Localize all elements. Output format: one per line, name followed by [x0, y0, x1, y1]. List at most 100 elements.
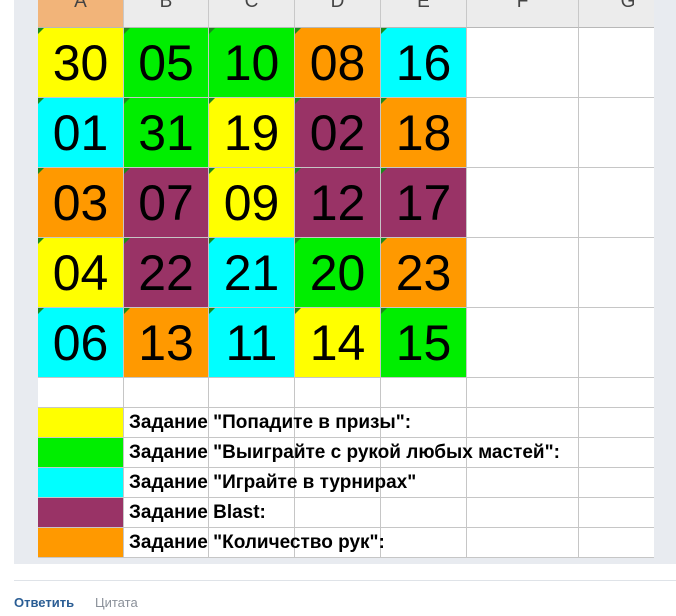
empty-cell[interactable]: [209, 378, 295, 408]
comment-marker-icon: [381, 238, 387, 244]
empty-cell[interactable]: [295, 378, 381, 408]
comment-marker-icon: [295, 238, 301, 244]
legend-label: Задание "Играйте в турнирах": [129, 472, 417, 493]
day-number: 17: [395, 175, 452, 231]
day-number: 03: [52, 175, 109, 231]
empty-cell[interactable]: [381, 378, 467, 408]
legend-swatch[interactable]: [38, 438, 124, 468]
day-number: 05: [138, 35, 194, 91]
empty-cell[interactable]: [579, 238, 654, 308]
comment-marker-icon: [295, 28, 301, 34]
day-number: 06: [52, 315, 109, 371]
day-cell[interactable]: 03: [38, 168, 124, 238]
column-header-f[interactable]: F: [467, 0, 579, 28]
day-cell[interactable]: 31: [124, 98, 209, 168]
column-header-b[interactable]: B: [124, 0, 209, 28]
empty-cell[interactable]: [381, 498, 467, 528]
empty-cell[interactable]: [467, 308, 579, 378]
empty-cell[interactable]: [38, 378, 124, 408]
empty-cell[interactable]: [467, 498, 579, 528]
day-number: 02: [309, 105, 366, 161]
day-number: 08: [309, 35, 366, 91]
legend-swatch[interactable]: [38, 498, 124, 528]
empty-cell[interactable]: [579, 498, 654, 528]
empty-cell[interactable]: [579, 408, 654, 438]
day-number: 20: [309, 245, 366, 301]
empty-cell[interactable]: [579, 378, 654, 408]
day-cell[interactable]: 15: [381, 308, 467, 378]
day-cell[interactable]: 21: [209, 238, 295, 308]
day-cell[interactable]: 13: [124, 308, 209, 378]
empty-cell[interactable]: [381, 528, 467, 558]
day-cell[interactable]: 30: [38, 28, 124, 98]
day-cell[interactable]: 14: [295, 308, 381, 378]
day-cell[interactable]: 16: [381, 28, 467, 98]
day-cell[interactable]: 06: [38, 308, 124, 378]
quote-button[interactable]: Цитата: [95, 595, 138, 610]
comment-marker-icon: [295, 168, 301, 174]
day-number: 30: [52, 35, 109, 91]
day-cell[interactable]: 23: [381, 238, 467, 308]
column-header-g[interactable]: G: [579, 0, 654, 28]
column-header-c[interactable]: C: [209, 0, 295, 28]
day-cell[interactable]: 05: [124, 28, 209, 98]
empty-cell[interactable]: [467, 168, 579, 238]
column-header-e[interactable]: E: [381, 0, 467, 28]
legend-swatch[interactable]: [38, 528, 124, 558]
day-cell[interactable]: 12: [295, 168, 381, 238]
day-cell[interactable]: 22: [124, 238, 209, 308]
comment-marker-icon: [38, 308, 44, 314]
empty-cell[interactable]: [579, 98, 654, 168]
legend-label: Задание "Выиграйте с рукой любых мастей"…: [129, 442, 560, 463]
empty-cell[interactable]: [467, 98, 579, 168]
comment-marker-icon: [124, 308, 130, 314]
comment-marker-icon: [38, 238, 44, 244]
comment-marker-icon: [381, 308, 387, 314]
day-number: 07: [138, 175, 194, 231]
day-number: 01: [52, 105, 109, 161]
empty-cell[interactable]: [467, 468, 579, 498]
day-cell[interactable]: 17: [381, 168, 467, 238]
day-number: 13: [138, 315, 194, 371]
day-cell[interactable]: 19: [209, 98, 295, 168]
day-cell[interactable]: 02: [295, 98, 381, 168]
day-number: 23: [395, 245, 452, 301]
empty-cell[interactable]: [579, 438, 654, 468]
comment-marker-icon: [209, 168, 215, 174]
empty-cell[interactable]: [579, 168, 654, 238]
empty-cell[interactable]: [467, 238, 579, 308]
day-number: 31: [138, 105, 194, 161]
reply-button[interactable]: Ответить: [14, 595, 74, 610]
empty-cell[interactable]: [579, 468, 654, 498]
empty-cell[interactable]: [467, 378, 579, 408]
comment-marker-icon: [209, 238, 215, 244]
day-cell[interactable]: 04: [38, 238, 124, 308]
day-number: 10: [223, 35, 280, 91]
legend-swatch[interactable]: [38, 408, 124, 438]
empty-cell[interactable]: [579, 528, 654, 558]
day-number: 22: [138, 245, 194, 301]
empty-cell[interactable]: [467, 408, 579, 438]
column-header-d[interactable]: D: [295, 0, 381, 28]
day-cell[interactable]: 08: [295, 28, 381, 98]
day-cell[interactable]: 01: [38, 98, 124, 168]
column-header-a[interactable]: A: [38, 0, 124, 28]
day-cell[interactable]: 20: [295, 238, 381, 308]
day-number: 16: [395, 35, 452, 91]
empty-cell[interactable]: [467, 28, 579, 98]
empty-cell[interactable]: [579, 308, 654, 378]
day-cell[interactable]: 10: [209, 28, 295, 98]
empty-cell[interactable]: [124, 378, 209, 408]
empty-cell[interactable]: [467, 528, 579, 558]
empty-cell[interactable]: [295, 498, 381, 528]
day-cell[interactable]: 09: [209, 168, 295, 238]
comment-marker-icon: [209, 98, 215, 104]
day-cell[interactable]: 18: [381, 98, 467, 168]
empty-cell[interactable]: [579, 28, 654, 98]
day-number: 14: [309, 315, 366, 371]
spreadsheet-image: A B C D E F G 30 05 10 08 16 01 31 19 02 18 03 07 09 12 17 04 2…: [38, 0, 654, 558]
day-cell[interactable]: 07: [124, 168, 209, 238]
legend-swatch[interactable]: [38, 468, 124, 498]
day-cell[interactable]: 11: [209, 308, 295, 378]
day-number: 18: [395, 105, 452, 161]
